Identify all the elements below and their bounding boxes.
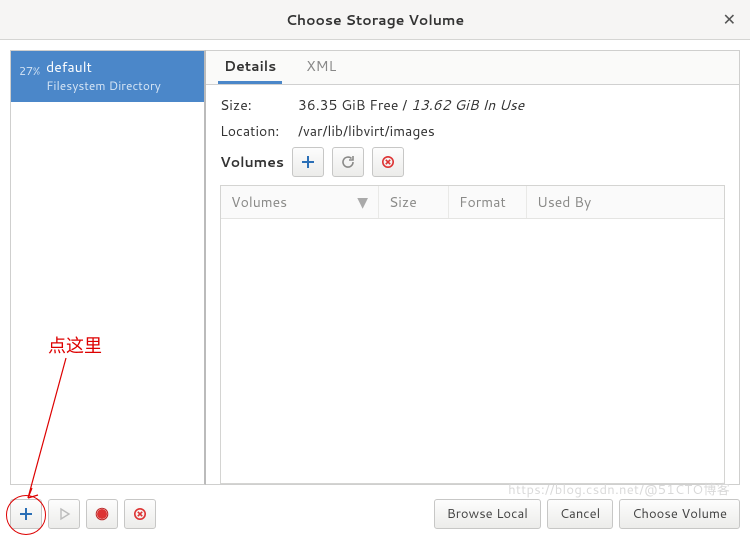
pool-name: default [46, 57, 161, 77]
size-label: Size: [220, 95, 288, 115]
tab-details[interactable]: Details [218, 51, 282, 84]
location-value: /var/lib/libvirt/images [298, 121, 435, 141]
col-usedby[interactable]: Used By [527, 186, 724, 218]
start-pool-button[interactable] [48, 499, 80, 529]
cancel-button[interactable]: Cancel [547, 499, 613, 529]
volumes-label: Volumes [220, 152, 284, 172]
sort-icon: ▼ [357, 192, 368, 212]
tabs: Details XML [206, 51, 739, 85]
delete-volume-button[interactable] [372, 147, 404, 177]
details-section: Size: 36.35 GiB Free / 13.62 GiB In Use … [206, 85, 739, 185]
tab-xml[interactable]: XML [300, 51, 342, 84]
col-format[interactable]: Format [449, 186, 527, 218]
volumes-table: Volumes ▼ Size Format Used By [220, 185, 725, 484]
footer: Browse Local Cancel Choose Volume [10, 499, 740, 529]
location-label: Location: [220, 121, 288, 141]
col-size[interactable]: Size [379, 186, 449, 218]
table-header: Volumes ▼ Size Format Used By [221, 186, 724, 219]
refresh-button[interactable] [332, 147, 364, 177]
add-volume-button[interactable] [292, 147, 324, 177]
close-icon[interactable]: ✕ [723, 8, 736, 31]
pool-item-default[interactable]: 27% default Filesystem Directory [11, 51, 204, 102]
window-title: Choose Storage Volume [286, 10, 464, 30]
size-value: 36.35 GiB Free / 13.62 GiB In Use [298, 95, 524, 115]
storage-pool-list: 27% default Filesystem Directory [10, 50, 206, 485]
table-body [221, 219, 724, 483]
browse-local-button[interactable]: Browse Local [434, 499, 541, 529]
col-volumes[interactable]: Volumes ▼ [221, 186, 379, 218]
stop-pool-button[interactable] [86, 499, 118, 529]
pool-subtitle: Filesystem Directory [46, 77, 161, 94]
choose-volume-button[interactable]: Choose Volume [619, 499, 740, 529]
content-area: 27% default Filesystem Directory Details… [0, 40, 750, 485]
pool-usage-percent: 27% [19, 57, 40, 79]
titlebar: Choose Storage Volume ✕ [0, 0, 750, 40]
add-pool-button[interactable] [10, 499, 42, 529]
delete-pool-button[interactable] [124, 499, 156, 529]
main-panel: Details XML Size: 36.35 GiB Free / 13.62… [206, 50, 740, 485]
